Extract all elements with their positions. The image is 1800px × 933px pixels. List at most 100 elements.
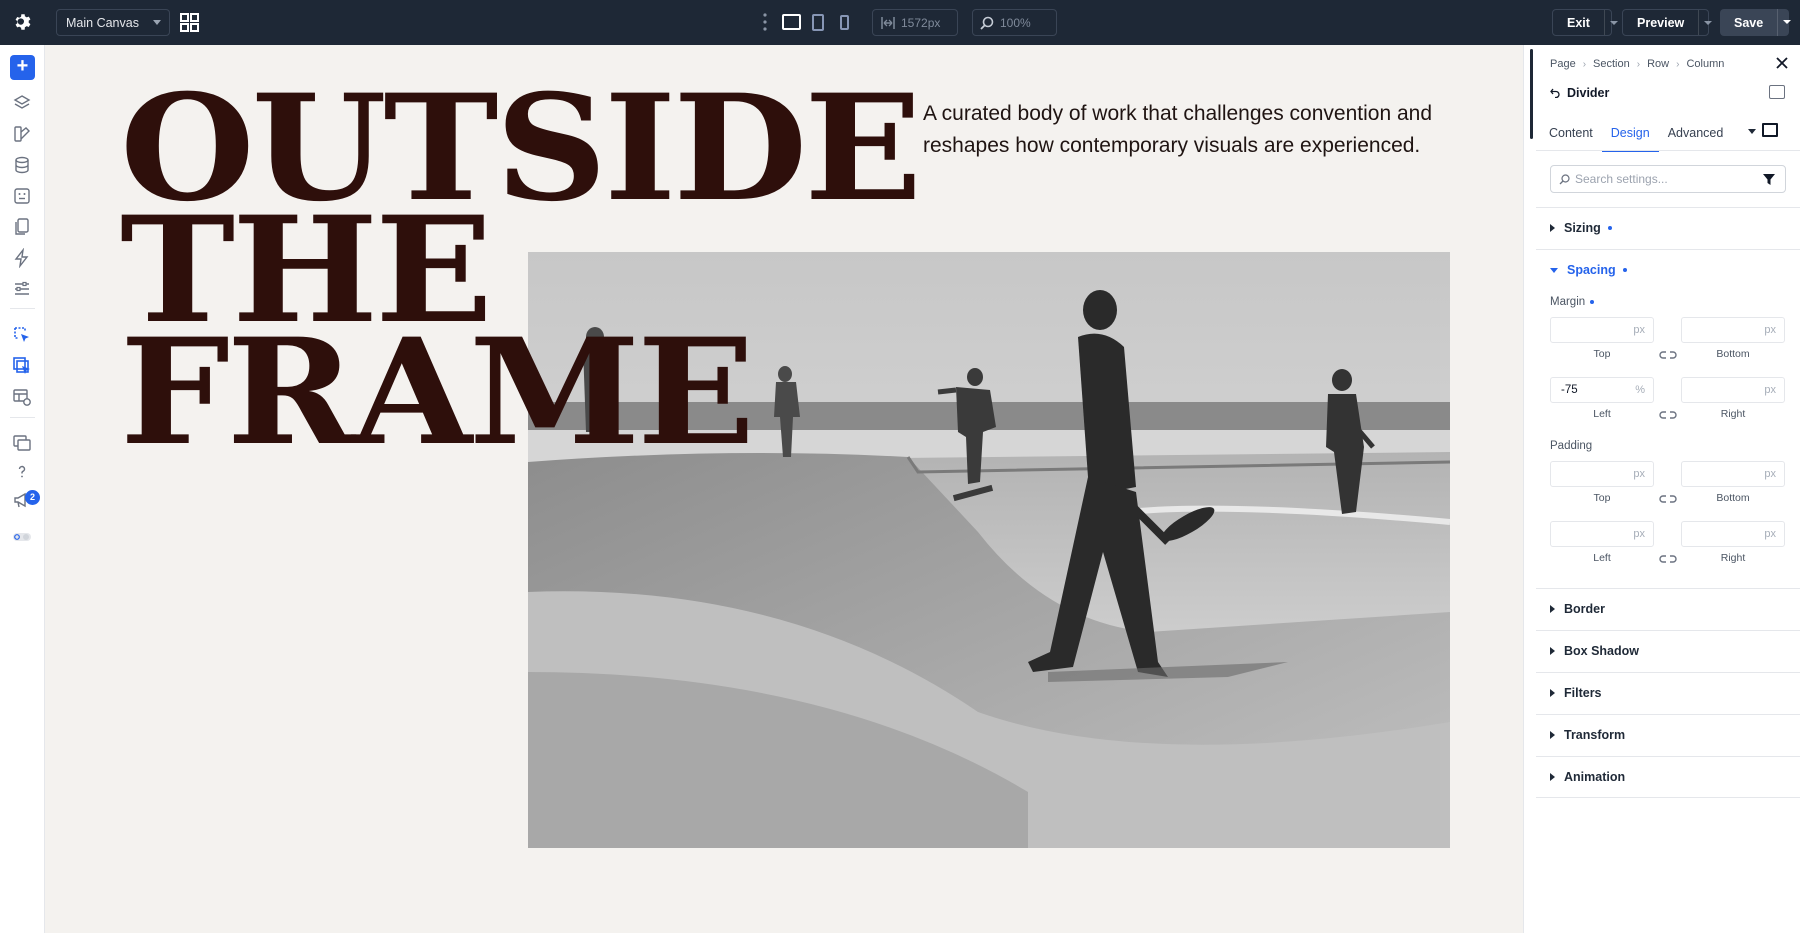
search-settings-input[interactable]: Search settings... bbox=[1550, 165, 1786, 193]
database-icon[interactable] bbox=[12, 155, 32, 175]
tablet-view-icon[interactable] bbox=[812, 14, 824, 31]
margin-right-input[interactable]: px bbox=[1681, 377, 1785, 403]
sliders-icon[interactable] bbox=[12, 279, 32, 299]
sidebar-divider bbox=[10, 417, 35, 418]
section-sizing[interactable]: Sizing bbox=[1536, 207, 1800, 249]
section-border[interactable]: Border bbox=[1536, 588, 1800, 630]
padding-top-input[interactable]: px bbox=[1550, 461, 1654, 487]
padding-right-unit[interactable]: px bbox=[1764, 528, 1776, 540]
preview-dropdown-chevron-icon[interactable] bbox=[1698, 10, 1712, 35]
margin-left-input[interactable]: -75 % bbox=[1550, 377, 1654, 403]
filter-icon[interactable] bbox=[1763, 174, 1775, 185]
margin-left-label: Left bbox=[1593, 408, 1611, 420]
margin-left-unit[interactable]: % bbox=[1635, 384, 1645, 396]
link-values-icon[interactable] bbox=[1659, 410, 1677, 420]
padding-bottom-input[interactable]: px bbox=[1681, 461, 1785, 487]
canvas-selector[interactable]: Main Canvas bbox=[56, 9, 170, 36]
preview-button[interactable]: Preview bbox=[1622, 9, 1712, 36]
lightning-icon[interactable] bbox=[12, 248, 32, 268]
link-values-icon[interactable] bbox=[1659, 350, 1677, 360]
padding-right-input[interactable]: px bbox=[1681, 521, 1785, 547]
modified-dot bbox=[1607, 226, 1612, 230]
cursor-select-icon[interactable] bbox=[12, 325, 32, 345]
phone-view-icon[interactable] bbox=[840, 15, 849, 30]
desktop-view-icon[interactable] bbox=[782, 14, 801, 30]
exit-button-label: Exit bbox=[1567, 15, 1590, 30]
windows-icon[interactable] bbox=[12, 433, 32, 453]
padding-label-text: Padding bbox=[1550, 440, 1593, 452]
pages-icon[interactable] bbox=[12, 217, 32, 237]
element-options-icon[interactable] bbox=[1769, 85, 1785, 99]
save-dropdown-chevron-icon[interactable] bbox=[1777, 9, 1791, 36]
margin-top-unit[interactable]: px bbox=[1633, 324, 1645, 336]
modified-dot bbox=[1590, 300, 1595, 304]
padding-label: Padding bbox=[1550, 440, 1592, 452]
padding-left-input[interactable]: px bbox=[1550, 521, 1654, 547]
paint-brush-icon[interactable] bbox=[12, 124, 32, 144]
tab-advanced[interactable]: Advanced bbox=[1659, 117, 1733, 149]
main-canvas[interactable]: OUTSIDE THE FRAME A curated body of work… bbox=[45, 45, 1523, 933]
headline[interactable]: OUTSIDE THE FRAME bbox=[120, 76, 922, 466]
padding-bottom-unit[interactable]: px bbox=[1764, 468, 1776, 480]
tabs-divider bbox=[1536, 150, 1800, 151]
section-box-shadow[interactable]: Box Shadow bbox=[1536, 630, 1800, 672]
exit-button[interactable]: Exit bbox=[1552, 9, 1619, 36]
panel-tabs: Content Design Advanced bbox=[1540, 117, 1733, 152]
section-filters-label: Filters bbox=[1564, 686, 1602, 700]
tab-content[interactable]: Content bbox=[1540, 117, 1602, 149]
exit-dropdown-chevron-icon[interactable] bbox=[1603, 10, 1619, 35]
zoom-value: 100% bbox=[1000, 15, 1031, 30]
more-options-icon[interactable] bbox=[763, 13, 767, 31]
tagline-text[interactable]: A curated body of work that challenges c… bbox=[923, 98, 1463, 162]
section-transform-label: Transform bbox=[1564, 728, 1626, 742]
link-values-icon[interactable] bbox=[1659, 494, 1677, 504]
multi-select-icon[interactable] bbox=[12, 356, 32, 376]
canvas-selector-label: Main Canvas bbox=[66, 15, 139, 30]
chevron-right-icon: › bbox=[1676, 58, 1680, 70]
breadcrumb-row[interactable]: Row bbox=[1647, 58, 1669, 70]
preview-button-label: Preview bbox=[1637, 15, 1685, 30]
margin-right-unit[interactable]: px bbox=[1764, 384, 1776, 396]
margin-bottom-unit[interactable]: px bbox=[1764, 324, 1776, 336]
element-preview-icon[interactable] bbox=[1762, 123, 1778, 137]
caret-right-icon bbox=[1550, 689, 1555, 697]
zoom-input[interactable]: 100% bbox=[972, 9, 1057, 36]
notification-badge: 2 bbox=[25, 490, 40, 505]
section-animation[interactable]: Animation bbox=[1536, 756, 1800, 798]
modified-dot bbox=[1622, 268, 1627, 272]
section-border-header: Border bbox=[1550, 602, 1605, 616]
template-icon[interactable] bbox=[12, 387, 32, 407]
section-filters[interactable]: Filters bbox=[1536, 672, 1800, 714]
search-icon bbox=[1559, 174, 1570, 185]
widget-icon[interactable] bbox=[12, 186, 32, 206]
padding-left-unit[interactable]: px bbox=[1633, 528, 1645, 540]
section-animation-header: Animation bbox=[1550, 770, 1625, 784]
section-transform[interactable]: Transform bbox=[1536, 714, 1800, 756]
layers-icon[interactable] bbox=[12, 93, 32, 113]
margin-bottom-input[interactable]: px bbox=[1681, 317, 1785, 343]
breadcrumb-page[interactable]: Page bbox=[1550, 58, 1576, 70]
back-arrow-icon[interactable] bbox=[1550, 88, 1560, 98]
breadcrumb-column[interactable]: Column bbox=[1686, 58, 1724, 70]
save-button[interactable]: Save bbox=[1720, 9, 1791, 36]
grid-layout-icon[interactable] bbox=[180, 13, 199, 32]
section-transform-header: Transform bbox=[1550, 728, 1625, 742]
help-icon[interactable] bbox=[12, 462, 32, 482]
margin-top-input[interactable]: px bbox=[1550, 317, 1654, 343]
caret-right-icon bbox=[1550, 773, 1555, 781]
settings-gear-icon[interactable] bbox=[12, 11, 34, 33]
margin-label: Margin bbox=[1550, 296, 1595, 308]
chevron-right-icon: › bbox=[1636, 58, 1641, 70]
padding-top-unit[interactable]: px bbox=[1633, 468, 1645, 480]
search-zoom-icon bbox=[980, 16, 994, 30]
section-spacing[interactable]: Spacing bbox=[1536, 249, 1800, 291]
tab-design[interactable]: Design bbox=[1601, 117, 1659, 152]
add-element-button[interactable]: + bbox=[10, 55, 35, 80]
link-values-icon[interactable] bbox=[1659, 554, 1677, 564]
more-tabs-chevron-icon[interactable] bbox=[1748, 129, 1756, 134]
canvas-width-input[interactable]: 1572px bbox=[872, 9, 958, 36]
theme-toggle-icon[interactable] bbox=[12, 527, 32, 547]
breadcrumb-section[interactable]: Section bbox=[1593, 58, 1630, 70]
panel-resize-handle[interactable] bbox=[1530, 49, 1533, 139]
close-icon[interactable] bbox=[1775, 56, 1789, 70]
